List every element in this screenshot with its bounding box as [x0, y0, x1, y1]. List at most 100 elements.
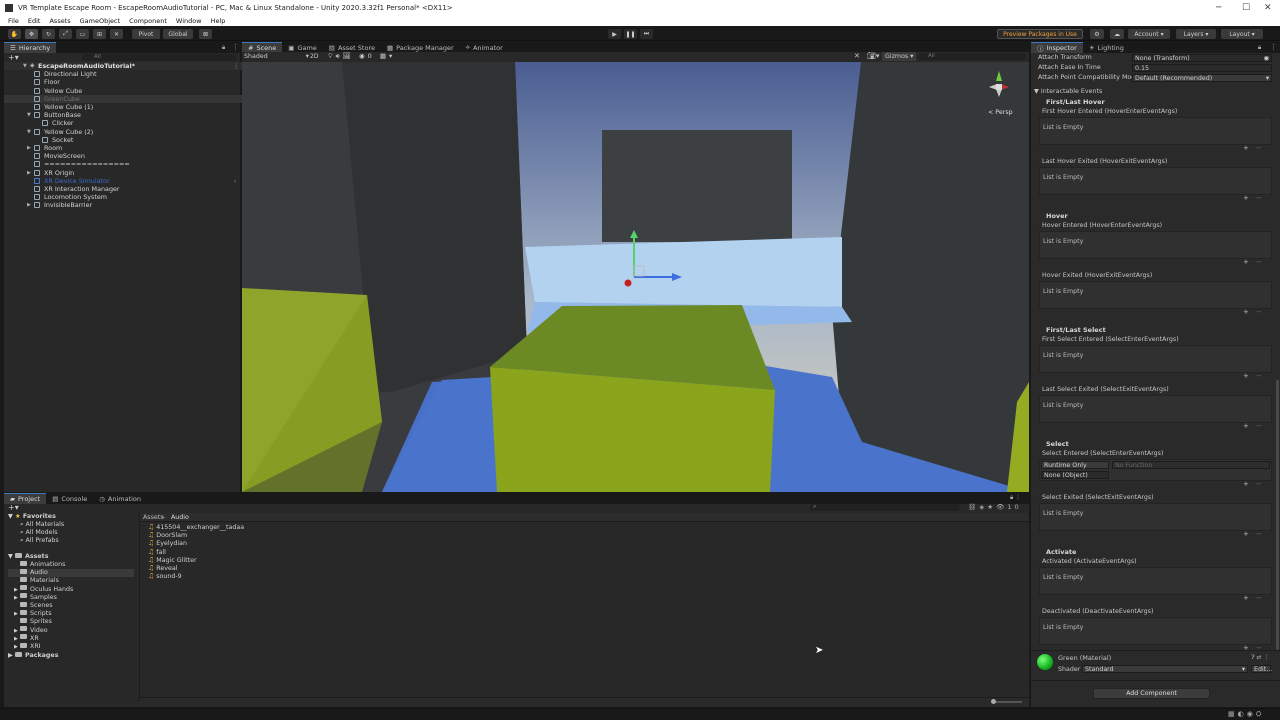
remove-event-icon[interactable]: −: [1256, 194, 1262, 202]
add-event-icon[interactable]: +: [1243, 144, 1249, 152]
scale-tool-icon[interactable]: ⤢: [59, 29, 72, 39]
add-event-icon[interactable]: +: [1243, 480, 1249, 488]
attach-transform-field[interactable]: None (Transform) ◉: [1132, 54, 1272, 62]
add-event-icon[interactable]: +: [1243, 372, 1249, 380]
add-event-icon[interactable]: +: [1243, 530, 1249, 538]
remove-event-icon[interactable]: −: [1256, 530, 1262, 538]
project-lock-icon[interactable]: 🔒︎ ⋮: [1010, 494, 1021, 502]
cloud-icon[interactable]: ☁: [1110, 29, 1124, 39]
event-list-box[interactable]: [1039, 617, 1272, 645]
breadcrumb-assets[interactable]: Assets: [143, 514, 164, 521]
expand-arrow-icon[interactable]: ▶: [27, 144, 31, 152]
remove-event-icon[interactable]: −: [1256, 308, 1262, 316]
rotate-tool-icon[interactable]: ↻: [42, 29, 55, 39]
shading-mode-dropdown[interactable]: Shaded ▾: [244, 53, 309, 60]
minimize-icon[interactable]: ─: [1216, 3, 1221, 13]
hierarchy-item[interactable]: ▼ ButtonBase: [4, 111, 244, 119]
transform-tool-icon[interactable]: ⊞: [93, 29, 106, 39]
hierarchy-item[interactable]: ================: [4, 160, 244, 168]
event-list-box[interactable]: [1039, 167, 1272, 195]
remove-event-icon[interactable]: −: [1256, 144, 1262, 152]
asset-folder-item[interactable]: Audio: [8, 568, 134, 578]
menu-assets[interactable]: Assets: [49, 17, 70, 25]
event-list-box[interactable]: [1039, 503, 1272, 531]
hierarchy-search-input[interactable]: All: [82, 54, 236, 61]
menu-file[interactable]: File: [8, 17, 19, 25]
menu-help[interactable]: Help: [211, 17, 226, 25]
asset-folder-item[interactable]: ▶ XRI: [14, 642, 140, 651]
persp-label[interactable]: < Persp: [988, 109, 1013, 116]
function-dropdown[interactable]: No Function: [1112, 461, 1270, 469]
hierarchy-item[interactable]: ▶ XR Origin: [4, 169, 244, 177]
inspector-menu-icon[interactable]: ⋮: [1270, 43, 1277, 51]
add-event-icon[interactable]: +: [1243, 308, 1249, 316]
tab-console[interactable]: ▤ Console: [46, 493, 93, 504]
layout-dropdown[interactable]: Layout ▾: [1221, 29, 1263, 39]
hierarchy-item[interactable]: Yellow Cube (1): [4, 103, 244, 111]
menu-gameobject[interactable]: GameObject: [80, 17, 121, 25]
audio-file-item[interactable]: ♫ sound-9: [148, 572, 182, 580]
hierarchy-item[interactable]: Floor: [4, 78, 244, 86]
hierarchy-item[interactable]: ▶ Room: [4, 144, 244, 152]
account-dropdown[interactable]: Account ▾: [1128, 29, 1170, 39]
layers-dropdown[interactable]: Layers ▾: [1176, 29, 1216, 39]
asset-folder-item[interactable]: ▶ XR: [14, 634, 140, 643]
tab-hierarchy[interactable]: ☰ Hierarchy: [4, 42, 57, 53]
add-icon[interactable]: +▾: [8, 53, 19, 62]
step-button[interactable]: ⏭: [640, 29, 653, 39]
add-event-icon[interactable]: +: [1243, 194, 1249, 202]
hierarchy-item[interactable]: Locomotion System: [4, 193, 244, 201]
asset-folder-item[interactable]: Animations: [14, 560, 140, 569]
hierarchy-item[interactable]: MovieScreen: [4, 152, 244, 160]
expand-arrow-icon[interactable]: ▶: [27, 201, 31, 209]
audio-file-item[interactable]: ♫ fall: [148, 548, 166, 556]
tab-animation[interactable]: ◷ Animation: [93, 493, 147, 504]
2d-toggle[interactable]: 2D: [310, 53, 318, 60]
remove-event-icon[interactable]: −: [1256, 480, 1262, 488]
shader-dropdown[interactable]: Standard ▾: [1082, 665, 1248, 673]
breadcrumb-audio[interactable]: Audio: [171, 514, 189, 521]
add-event-icon[interactable]: +: [1243, 422, 1249, 430]
project-filter-icons[interactable]: ⛓︎◈★👁︎10: [968, 503, 1022, 511]
interactable-events-foldout[interactable]: ▼ Interactable Events: [1034, 88, 1102, 95]
rect-tool-icon[interactable]: ▭: [76, 29, 89, 39]
favorite-item[interactable]: ⌕ All Materials: [20, 521, 64, 529]
collab-icon[interactable]: ⚙: [1090, 29, 1104, 39]
hierarchy-item[interactable]: GreenCube: [4, 94, 244, 103]
hierarchy-item[interactable]: ▼ Yellow Cube (2): [4, 128, 244, 136]
move-tool-icon[interactable]: ✥: [25, 29, 38, 39]
menu-window[interactable]: Window: [176, 17, 202, 25]
collapse-arrow-icon[interactable]: ▼: [27, 111, 31, 119]
hierarchy-item[interactable]: ▶ InvisibleBarrier: [4, 201, 244, 209]
icon-size-slider[interactable]: [992, 701, 1022, 703]
inspector-lock-icon[interactable]: 🔒︎: [1258, 44, 1261, 52]
grid-snap-icon[interactable]: ⊠: [199, 29, 212, 39]
remove-event-icon[interactable]: −: [1256, 258, 1262, 266]
global-toggle[interactable]: Global: [163, 29, 193, 39]
tab-lighting[interactable]: ☀ Lighting: [1083, 42, 1130, 53]
event-list-box[interactable]: [1039, 567, 1272, 595]
tools-icon[interactable]: ✕: [854, 52, 860, 60]
scene-viewport[interactable]: < Persp: [242, 62, 1029, 492]
hierarchy-item[interactable]: XR Interaction Manager: [4, 185, 244, 193]
favorite-item[interactable]: ⌕ All Prefabs: [20, 537, 59, 545]
hierarchy-item[interactable]: Socket: [4, 136, 244, 144]
project-search-input[interactable]: ⌕: [810, 503, 960, 511]
event-list-box[interactable]: [1039, 395, 1272, 423]
pause-button[interactable]: ❚❚: [624, 29, 637, 39]
hierarchy-item[interactable]: Directional Light: [4, 70, 244, 78]
event-list-box[interactable]: [1039, 345, 1272, 373]
audio-file-item[interactable]: ♫ Eyelydian: [148, 539, 187, 547]
icon-size-slider-handle[interactable]: [991, 699, 996, 704]
hierarchy-item[interactable]: Clicker: [4, 119, 244, 127]
favorites-header[interactable]: ▼ ★ Favorites: [8, 513, 56, 521]
hierarchy-item[interactable]: XR Device Simulator ›: [4, 177, 244, 185]
lock-icon[interactable]: 🔒︎: [222, 44, 225, 52]
audio-file-item[interactable]: ♫ 415504__exchanger__tadaa: [148, 523, 244, 531]
asset-folder-item[interactable]: Scenes: [14, 601, 140, 610]
maximize-icon[interactable]: ☐: [1242, 3, 1250, 13]
prefab-open-icon[interactable]: ›: [234, 177, 237, 185]
camera-icon[interactable]: 📷︎▾: [867, 52, 879, 60]
hierarchy-item[interactable]: Yellow Cube: [4, 87, 244, 95]
asset-folder-item[interactable]: ▶ Samples: [14, 593, 140, 602]
